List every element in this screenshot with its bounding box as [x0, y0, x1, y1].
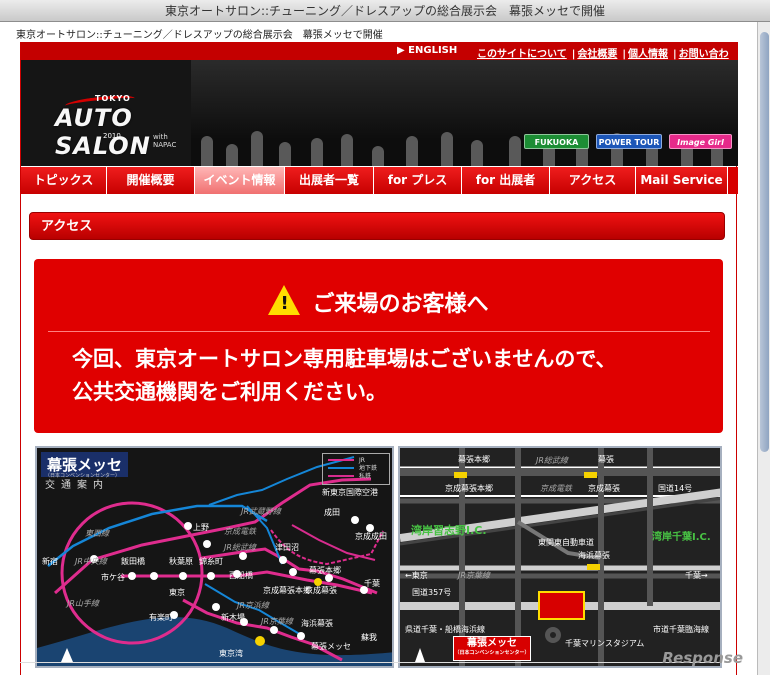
map-label: 市ケ谷: [101, 573, 125, 582]
map-label: JR総武線: [536, 456, 568, 465]
map-label: 西船橋: [229, 571, 253, 580]
crowd-background: [191, 60, 738, 166]
transit-guide-label: 交通案内: [45, 480, 109, 491]
site-caption: 東京オートサロン::チューニング／ドレスアップの総合展示会 幕張メッセで開催: [16, 30, 383, 41]
auto-salon-logo[interactable]: TOKYO AUTO SALON 2010 with NAPAC: [55, 93, 187, 160]
map-label: 京成成田: [355, 532, 387, 541]
main-nav: トピックス 開催概要 イベント情報 出展者一覧 for プレス for 出展者 …: [21, 167, 738, 194]
map-label: 幕張本郷: [309, 566, 341, 575]
nav-event-info[interactable]: イベント情報: [195, 167, 285, 194]
notice-heading: ご来場のお客様へ: [34, 285, 723, 318]
visitor-notice: ご来場のお客様へ 今回、東京オートサロン専用駐車場はございませんので、 公共交通…: [34, 259, 723, 433]
company-link[interactable]: 会社概要: [577, 49, 617, 60]
map-label: JR山手線: [67, 599, 99, 608]
english-link[interactable]: ▶ ENGLISH: [397, 45, 457, 56]
privacy-link[interactable]: 個人情報: [628, 49, 668, 60]
map-label: JR京葉線: [261, 617, 293, 626]
map-label: 京成電鉄: [224, 527, 256, 536]
map-label: 国道357号: [412, 588, 452, 597]
map-label: 海浜幕張: [578, 551, 610, 560]
map-label: 蘇我: [361, 633, 377, 642]
nav-access[interactable]: アクセス: [550, 167, 636, 194]
map-label: 湾岸千葉I.C.: [652, 532, 711, 543]
map-label: 国道14号: [658, 484, 693, 493]
map-label: 新木場: [221, 613, 245, 622]
map-label: 幕張本郷: [458, 455, 490, 464]
map-label: 錦糸町: [199, 557, 223, 566]
map-label: 千葉→: [685, 571, 708, 580]
map-label: 秋葉原: [169, 557, 193, 566]
nav-press[interactable]: for プレス: [374, 167, 462, 194]
warning-icon: [268, 285, 301, 315]
nav-topics[interactable]: トピックス: [21, 167, 107, 194]
window-titlebar: 東京オートサロン::チューニング／ドレスアップの総合展示会 幕張メッセで開催: [0, 0, 770, 22]
power-tour-button[interactable]: POWER TOUR: [596, 134, 662, 149]
nav-exhibitors[interactable]: 出展者一覧: [285, 167, 374, 194]
map-label: 新宿: [42, 557, 58, 566]
map-label: 京成幕張: [305, 586, 337, 595]
map-label: 東京: [169, 588, 185, 597]
notice-body: 今回、東京オートサロン専用駐車場はございませんので、 公共交通機関をご利用くださ…: [72, 347, 617, 404]
fukuoka-button[interactable]: FUKUOKA: [524, 134, 589, 149]
map-label: 津田沼: [275, 543, 299, 552]
map-label: 湾岸習志野I.C.: [411, 524, 487, 537]
image-girl-button[interactable]: Image Girl: [669, 134, 732, 149]
map-label: 県道千葉・船橋海浜線: [405, 625, 485, 634]
makuhari-messe-badge: 幕張メッセ （日本コンベンションセンター）: [453, 636, 531, 661]
transit-map: 幕張メッセ （日本コンベンションセンター） 交通案内 JR 地下鉄 私鉄 新東京…: [35, 446, 394, 668]
vertical-scrollbar[interactable]: [757, 22, 770, 675]
map-label: 成田: [324, 508, 340, 517]
map-label: JR武蔵野線: [241, 507, 281, 516]
about-site-link[interactable]: このサイトについて: [477, 49, 567, 60]
map-label: JR総武線: [224, 543, 256, 552]
map-legend: JR 地下鉄 私鉄: [322, 453, 390, 485]
response-watermark: Response: [662, 649, 743, 667]
browser-page: 東京オートサロン::チューニング／ドレスアップの総合展示会 幕張メッセで開催 ▶…: [0, 22, 757, 675]
map-label: 千葉: [364, 579, 380, 588]
map-label: 東京湾: [219, 649, 243, 658]
map-label: 海浜幕張: [301, 619, 333, 628]
site-container: ▶ ENGLISH このサイトについて|会社概要|個人情報|お問い合わせ TOK…: [20, 42, 738, 675]
map-label: 京成幕張: [588, 484, 620, 493]
map-label: 幕張: [598, 455, 614, 464]
map-label: JR京葉線: [458, 571, 490, 580]
map-label: 市道千葉臨海線: [653, 625, 709, 634]
map-label: 京成電鉄: [540, 484, 572, 493]
map-label: 上野: [193, 523, 209, 532]
map-label: 幕張メッセ: [311, 642, 351, 651]
map-label: 新東京国際空港: [322, 488, 378, 497]
map-label: JR中央線: [75, 557, 107, 566]
nav-for-exhibitors[interactable]: for 出展者: [462, 167, 550, 194]
nav-overview[interactable]: 開催概要: [107, 167, 195, 194]
scroll-thumb[interactable]: [760, 32, 769, 452]
utility-bar: ▶ ENGLISH このサイトについて|会社概要|個人情報|お問い合わせ: [21, 42, 738, 75]
map-label: ←東京: [405, 571, 428, 580]
nav-mail-service[interactable]: Mail Service: [636, 167, 728, 194]
map-label: 有楽町: [149, 613, 173, 622]
access-heading: アクセス: [29, 212, 725, 240]
content-bottom-edge: [20, 662, 720, 675]
hero-banner: TOKYO AUTO SALON 2010 with NAPAC FUKUOKA…: [21, 60, 738, 166]
map-label: 東西線: [85, 529, 109, 538]
map-label: 千葉マリンスタジアム: [565, 639, 645, 648]
map-label: 京成幕張本郷: [263, 586, 311, 595]
map-label: 飯田橋: [121, 557, 145, 566]
local-map: 幕張本郷 JR総武線 幕張 京成幕張本郷 京成電鉄 京成幕張 国道14号 湾岸習…: [398, 446, 722, 668]
map-label: JR京浜線: [237, 601, 269, 610]
map-label: 京成幕張本郷: [445, 484, 493, 493]
map-label: 東関東自動車道: [538, 538, 594, 547]
